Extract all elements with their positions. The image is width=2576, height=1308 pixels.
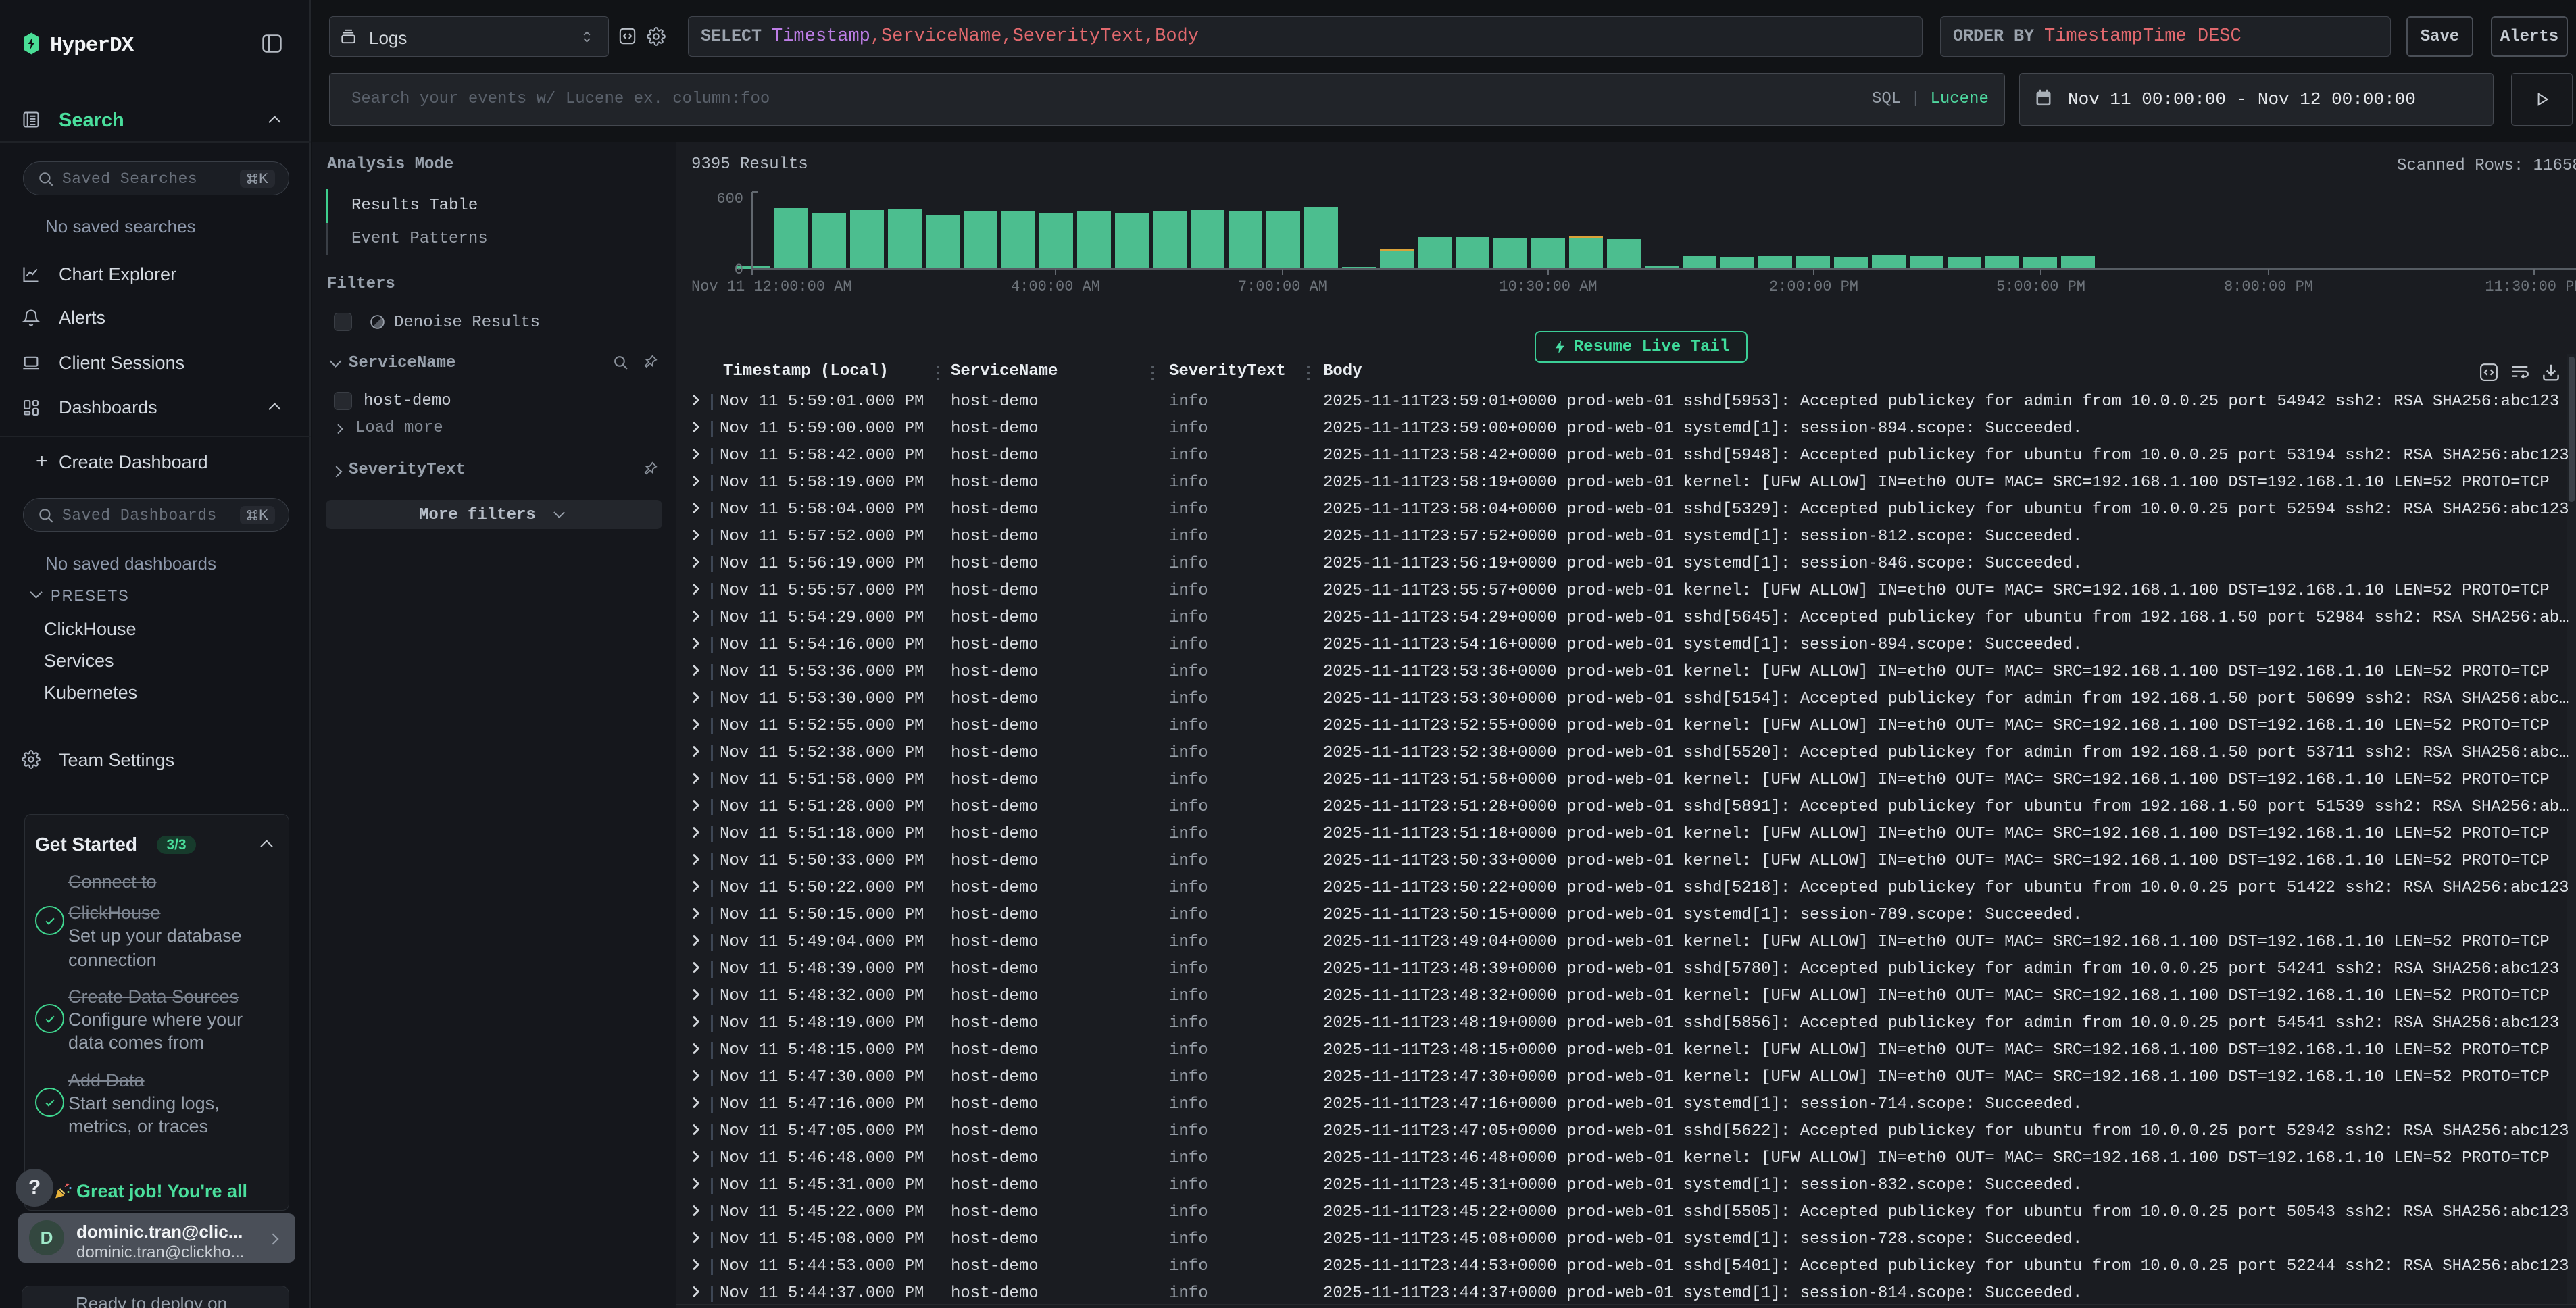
svg-text:5:00:00 PM: 5:00:00 PM [1996, 278, 2085, 295]
svg-text:0: 0 [735, 261, 743, 278]
svg-text:600: 600 [716, 191, 743, 207]
svg-text:11:30:00 PM: 11:30:00 PM [2485, 278, 2576, 295]
svg-text:4:00:00 AM: 4:00:00 AM [1011, 278, 1100, 295]
svg-text:Nov 11 12:00:00 AM: Nov 11 12:00:00 AM [691, 278, 852, 295]
svg-text:2:00:00 PM: 2:00:00 PM [1769, 278, 1858, 295]
svg-text:10:30:00 AM: 10:30:00 AM [1499, 278, 1597, 295]
svg-text:7:00:00 AM: 7:00:00 AM [1238, 278, 1327, 295]
svg-text:8:00:00 PM: 8:00:00 PM [2224, 278, 2313, 295]
